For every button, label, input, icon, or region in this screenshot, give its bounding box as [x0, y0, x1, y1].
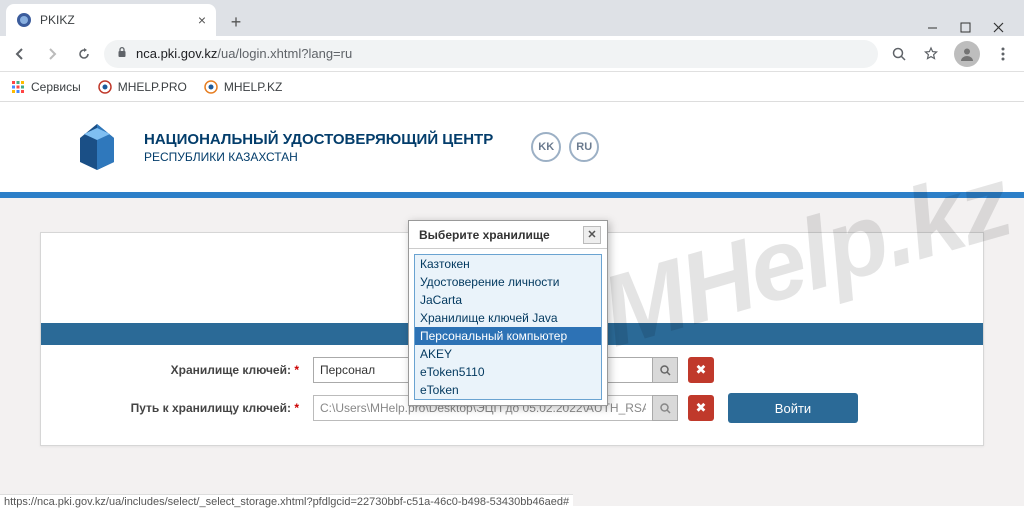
dialog-item[interactable]: AKEY — [415, 345, 601, 363]
tab-favicon — [16, 12, 32, 28]
lock-icon — [116, 46, 128, 61]
nav-reload-button[interactable] — [72, 42, 96, 66]
window-close-icon[interactable] — [993, 21, 1004, 36]
tab-close-icon[interactable]: × — [198, 12, 206, 28]
window-minimize-icon[interactable] — [927, 21, 938, 36]
new-tab-button[interactable]: + — [222, 8, 250, 36]
dialog-close-button[interactable]: ✕ — [583, 226, 601, 244]
storage-lookup-button[interactable] — [652, 357, 678, 383]
window-maximize-icon[interactable] — [960, 21, 971, 36]
site-title: НАЦИОНАЛЬНЫЙ УДОСТОВЕРЯЮЩИЙ ЦЕНТР — [144, 131, 493, 148]
dialog-item[interactable]: Казтокен — [415, 255, 601, 273]
path-lookup-button[interactable] — [652, 395, 678, 421]
bookmark-label: MHELP.KZ — [224, 80, 282, 94]
apps-icon — [10, 79, 26, 95]
dialog-item[interactable]: Хранилище ключей Java — [415, 309, 601, 327]
mhelp-kz-icon — [203, 79, 219, 95]
bookmark-label: MHELP.PRO — [118, 80, 187, 94]
dialog-list[interactable]: КазтокенУдостоверение личностиJaCartaХра… — [414, 254, 602, 400]
profile-avatar[interactable] — [954, 41, 980, 67]
bookmark-mhelp-pro[interactable]: MHELP.PRO — [97, 79, 187, 95]
zoom-icon[interactable] — [890, 45, 908, 63]
browser-tab[interactable]: PKIKZ × — [6, 4, 216, 36]
url-host: nca.pki.gov.kz — [136, 46, 217, 61]
storage-clear-button[interactable]: ✖ — [688, 357, 714, 383]
menu-dots-icon[interactable] — [994, 45, 1012, 63]
path-label: Путь к хранилищу ключей: * — [79, 401, 299, 415]
nav-back-button[interactable] — [8, 42, 32, 66]
site-logo — [70, 120, 124, 174]
tab-title: PKIKZ — [40, 13, 75, 27]
dialog-item[interactable]: eToken — [415, 381, 601, 399]
nav-forward-button[interactable] — [40, 42, 64, 66]
lang-ru-button[interactable]: RU — [569, 132, 599, 162]
storage-select-dialog: Выберите хранилище ✕ КазтокенУдостоверен… — [408, 220, 608, 406]
login-button[interactable]: Войти — [728, 393, 858, 423]
url-path: /ua/login.xhtml?lang=ru — [217, 46, 352, 61]
address-bar[interactable]: nca.pki.gov.kz/ua/login.xhtml?lang=ru — [104, 40, 878, 68]
bookmark-services[interactable]: Сервисы — [10, 79, 81, 95]
dialog-title: Выберите хранилище — [419, 228, 550, 242]
dialog-item[interactable]: JaCarta — [415, 291, 601, 309]
star-icon[interactable] — [922, 45, 940, 63]
path-clear-button[interactable]: ✖ — [688, 395, 714, 421]
storage-label: Хранилище ключей: * — [79, 363, 299, 377]
dialog-item[interactable]: Персональный компьютер — [415, 327, 601, 345]
bookmark-mhelp-kz[interactable]: MHELP.KZ — [203, 79, 282, 95]
site-subtitle: РЕСПУБЛИКИ КАЗАХСТАН — [144, 150, 493, 164]
bookmark-label: Сервисы — [31, 80, 81, 94]
dialog-item[interactable]: eToken5110 — [415, 363, 601, 381]
lang-kk-button[interactable]: KK — [531, 132, 561, 162]
mhelp-pro-icon — [97, 79, 113, 95]
status-bar: https://nca.pki.gov.kz/ua/includes/selec… — [0, 494, 573, 512]
dialog-item[interactable]: Удостоверение личности — [415, 273, 601, 291]
